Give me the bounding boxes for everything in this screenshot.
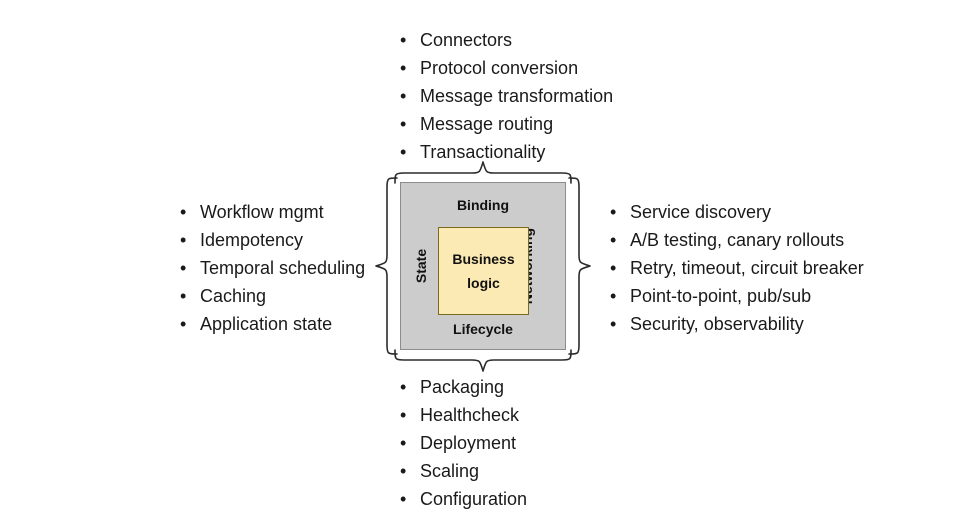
list-item-label: Connectors	[420, 30, 513, 50]
list-item: Temporal scheduling	[178, 254, 365, 282]
right-curly-brace-icon	[567, 175, 591, 357]
list-item: Retry, timeout, circuit breaker	[608, 254, 864, 282]
list-item: Connectors	[398, 26, 613, 54]
list-item: Message routing	[398, 110, 613, 138]
list-item-label: Application state	[200, 314, 333, 334]
left-bullet-list: Workflow mgmt Idempotency Temporal sched…	[178, 198, 365, 338]
list-item-label: Service discovery	[630, 202, 772, 222]
list-item-label: Message transformation	[420, 86, 614, 106]
list-item-label: Retry, timeout, circuit breaker	[630, 258, 864, 278]
list-item: A/B testing, canary rollouts	[608, 226, 864, 254]
bottom-curly-brace-icon	[392, 349, 574, 373]
list-item-label: Workflow mgmt	[200, 202, 324, 222]
state-label: State	[413, 248, 430, 284]
list-item: Packaging	[398, 373, 527, 401]
business-logic-label: Business logic	[452, 251, 515, 291]
list-item-label: Healthcheck	[420, 405, 520, 425]
list-item: Idempotency	[178, 226, 365, 254]
list-item: Deployment	[398, 429, 527, 457]
binding-label: Binding	[456, 197, 510, 213]
list-item: Scaling	[398, 457, 527, 485]
platform-capabilities-box: Binding State Networking Lifecycle Busin…	[400, 182, 566, 350]
list-item-label: Protocol conversion	[420, 58, 579, 78]
list-item-label: Message routing	[420, 114, 554, 134]
list-item: Protocol conversion	[398, 54, 613, 82]
list-item-label: Caching	[200, 286, 267, 306]
list-item-label: Idempotency	[200, 230, 304, 250]
list-item-label: Deployment	[420, 433, 517, 453]
right-bullet-list: Service discovery A/B testing, canary ro…	[608, 198, 864, 338]
list-item: Message transformation	[398, 82, 613, 110]
list-item-label: Temporal scheduling	[200, 258, 366, 278]
business-logic-box: Business logic	[438, 227, 529, 315]
capability-diagram: Connectors Protocol conversion Message t…	[0, 0, 975, 525]
list-item-label: A/B testing, canary rollouts	[630, 230, 845, 250]
list-item: Application state	[178, 310, 365, 338]
list-item: Point-to-point, pub/sub	[608, 282, 864, 310]
list-item: Configuration	[398, 485, 527, 513]
list-item-label: Transactionality	[420, 142, 546, 162]
list-item-label: Security, observability	[630, 314, 804, 334]
list-item: Caching	[178, 282, 365, 310]
list-item-label: Point-to-point, pub/sub	[630, 286, 812, 306]
list-item: Workflow mgmt	[178, 198, 365, 226]
list-item: Security, observability	[608, 310, 864, 338]
list-item-label: Scaling	[420, 461, 480, 481]
list-item: Healthcheck	[398, 401, 527, 429]
lifecycle-label: Lifecycle	[453, 321, 513, 337]
left-curly-brace-icon	[375, 175, 399, 357]
list-item: Transactionality	[398, 138, 613, 166]
top-bullet-list: Connectors Protocol conversion Message t…	[398, 26, 613, 166]
list-item-label: Configuration	[420, 489, 528, 509]
bottom-bullet-list: Packaging Healthcheck Deployment Scaling…	[398, 373, 527, 513]
list-item-label: Packaging	[420, 377, 505, 397]
list-item: Service discovery	[608, 198, 864, 226]
